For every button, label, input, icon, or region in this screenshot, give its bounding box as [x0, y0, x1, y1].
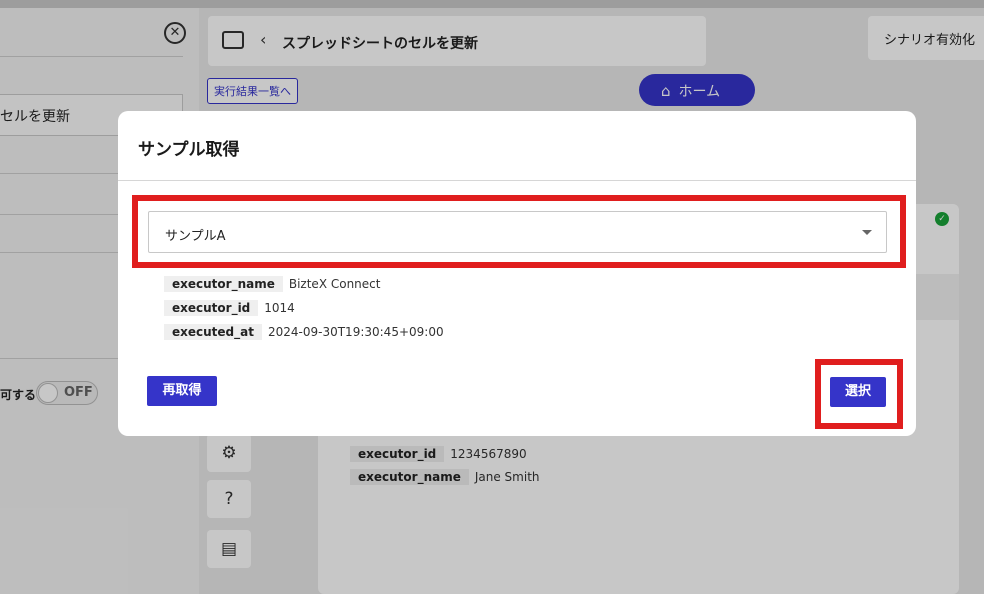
meta-row: executed_at 2024-09-30T19:30:45+09:00: [164, 324, 444, 340]
meta-key: executor_id: [164, 300, 259, 316]
meta-key: executed_at: [164, 324, 262, 340]
chevron-down-icon: [862, 230, 872, 235]
modal-title: サンプル取得: [138, 140, 240, 160]
meta-row: executor_id 1014: [164, 300, 295, 316]
refetch-button[interactable]: 再取得: [147, 376, 217, 406]
sample-modal: サンプル取得 サンプルA executor_name BizteX Connect…: [118, 111, 916, 436]
select-button[interactable]: 選択: [830, 377, 886, 407]
meta-value: 1014: [264, 301, 295, 315]
sample-select-value: サンプルA: [165, 229, 226, 244]
meta-row: executor_name BizteX Connect: [164, 276, 380, 292]
divider: [118, 180, 916, 181]
meta-key: executor_name: [164, 276, 283, 292]
meta-value: BizteX Connect: [288, 277, 381, 291]
sample-select[interactable]: サンプルA: [148, 211, 887, 253]
meta-value: 2024-09-30T19:30:45+09:00: [267, 325, 444, 339]
